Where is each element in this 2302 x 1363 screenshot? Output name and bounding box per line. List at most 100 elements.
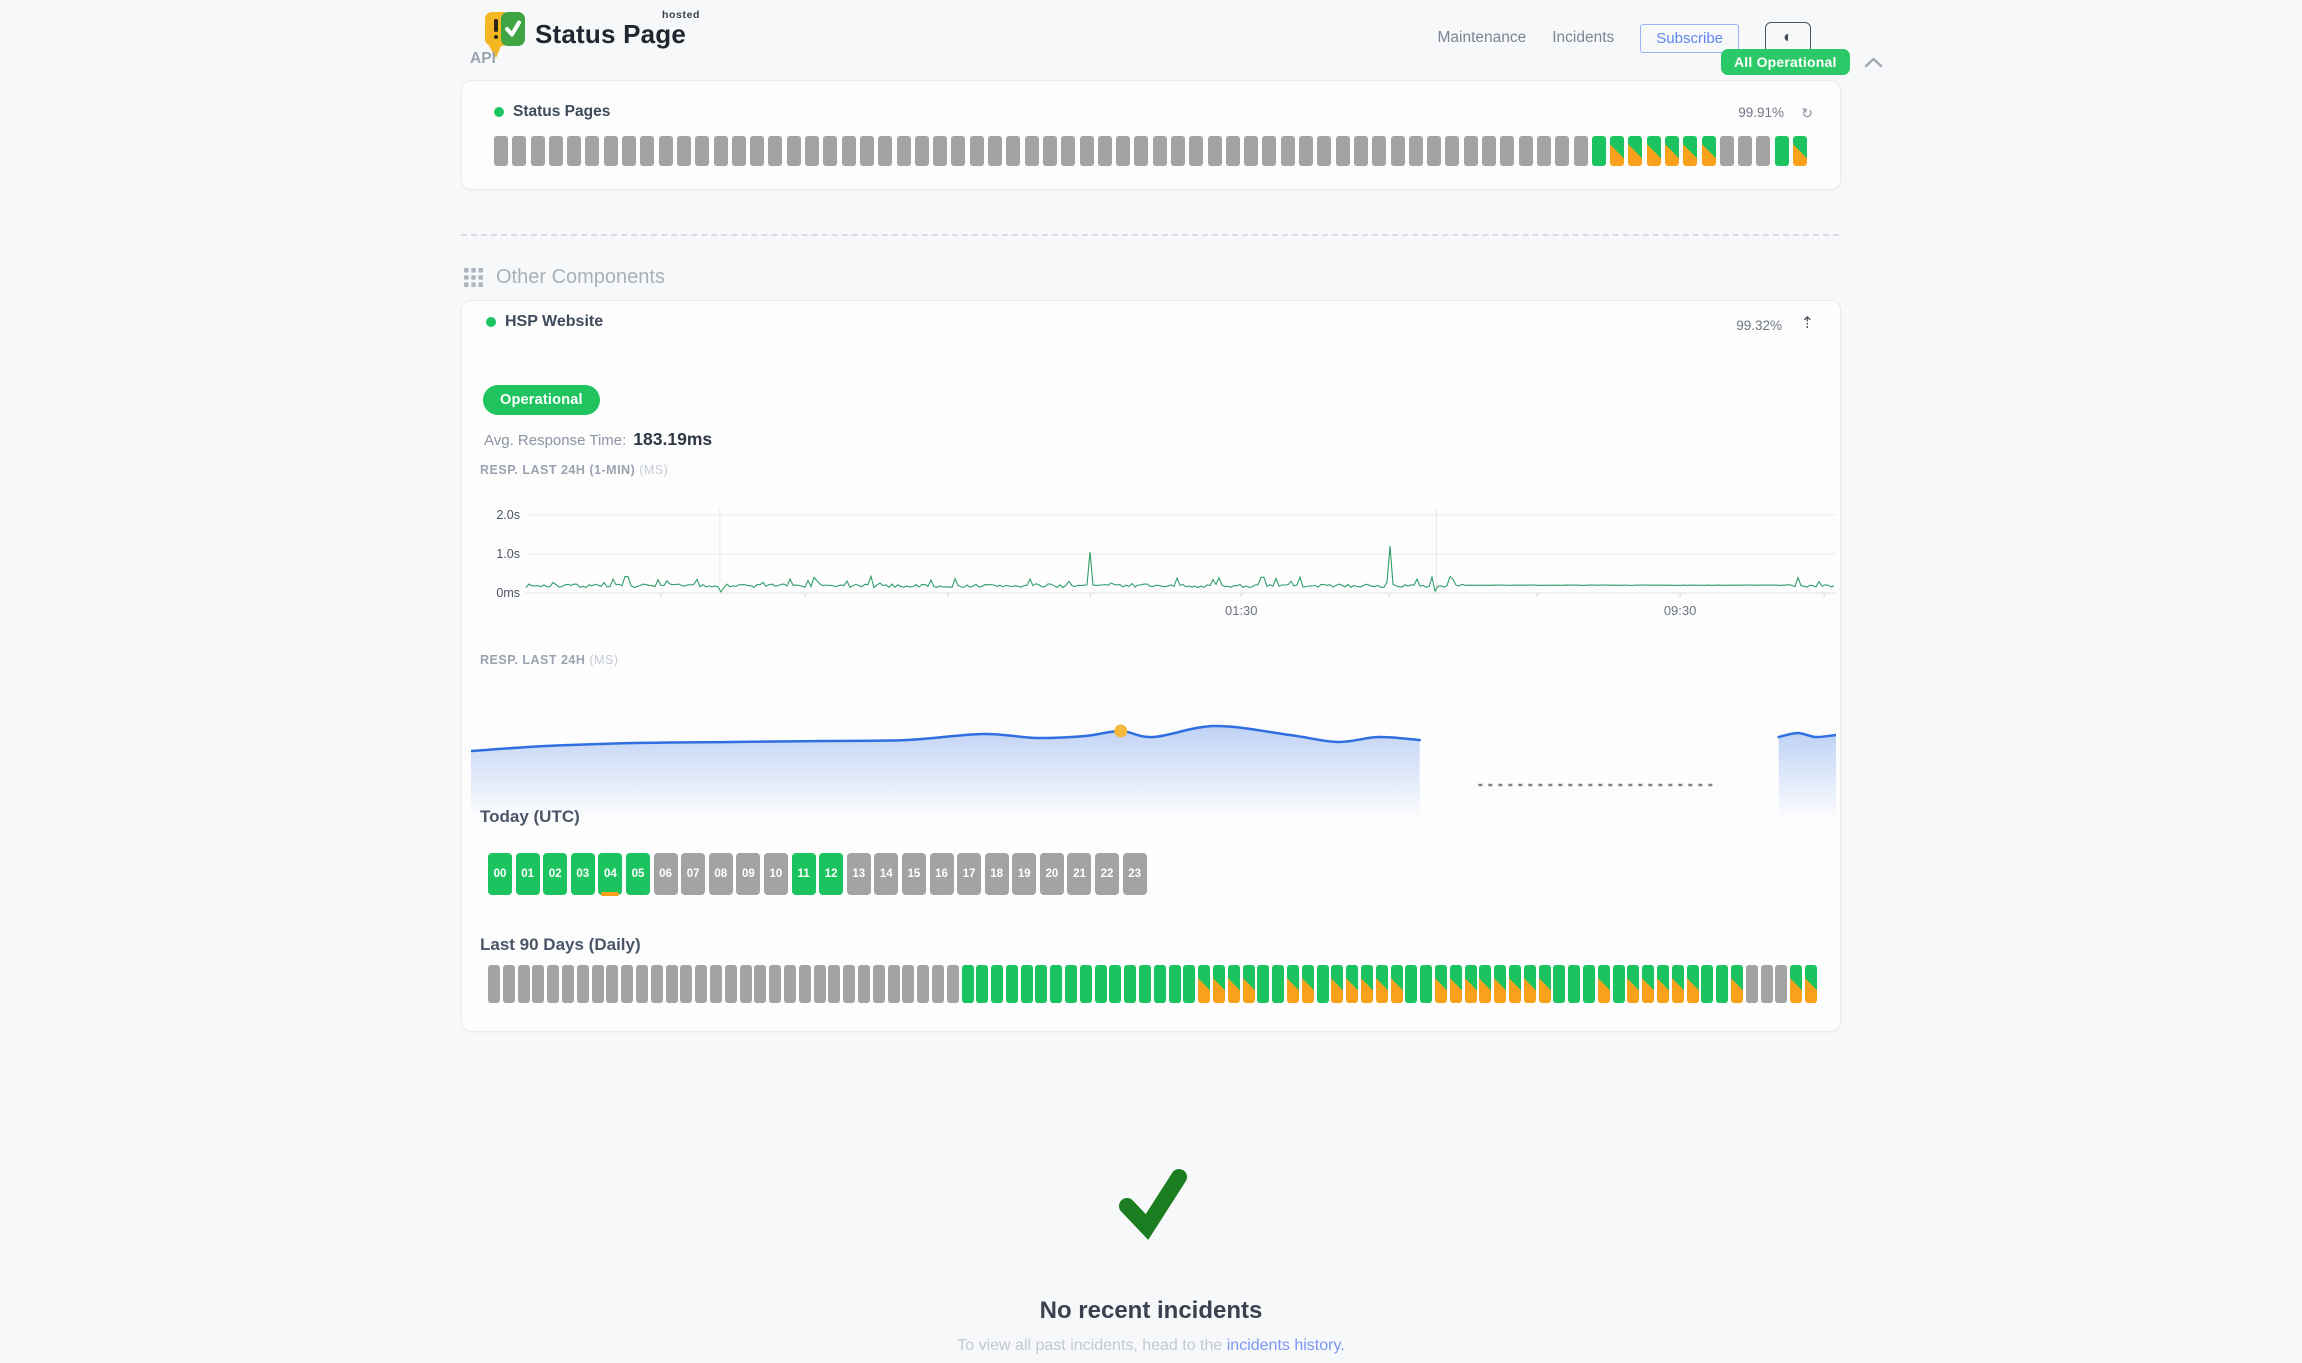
day-bar[interactable] xyxy=(636,965,648,1003)
day-bar[interactable] xyxy=(1731,965,1743,1003)
day-bar[interactable] xyxy=(1494,965,1506,1003)
day-bar[interactable] xyxy=(1598,965,1610,1003)
response-line-chart[interactable]: 2.0s1.0s0ms01:3009:30 xyxy=(486,501,1838,623)
refresh-icon[interactable]: ↻ xyxy=(1801,105,1813,122)
uptime-bar[interactable] xyxy=(1592,136,1606,166)
day-bar[interactable] xyxy=(991,965,1003,1003)
day-bar[interactable] xyxy=(1257,965,1269,1003)
uptime-bar[interactable] xyxy=(567,136,581,166)
uptime-bar[interactable] xyxy=(768,136,782,166)
uptime-bar[interactable] xyxy=(1372,136,1386,166)
day-bar[interactable] xyxy=(828,965,840,1003)
hour-box-16[interactable]: 16 xyxy=(930,853,954,895)
day-bar[interactable] xyxy=(1613,965,1625,1003)
hour-box-03[interactable]: 03 xyxy=(571,853,595,895)
uptime-bar[interactable] xyxy=(860,136,874,166)
uptime-bar[interactable] xyxy=(951,136,965,166)
incidents-history-link[interactable]: incidents history. xyxy=(1227,1337,1345,1354)
day-bar[interactable] xyxy=(562,965,574,1003)
uptime-bar[interactable] xyxy=(970,136,984,166)
day-bar[interactable] xyxy=(1317,965,1329,1003)
day-bar[interactable] xyxy=(532,965,544,1003)
day-bar[interactable] xyxy=(1183,965,1195,1003)
hour-box-13[interactable]: 13 xyxy=(847,853,871,895)
day-bar[interactable] xyxy=(577,965,589,1003)
day-bar[interactable] xyxy=(1035,965,1047,1003)
hour-box-01[interactable]: 01 xyxy=(516,853,540,895)
day-bar[interactable] xyxy=(1761,965,1773,1003)
response-area-chart[interactable] xyxy=(471,685,1836,835)
day-bar[interactable] xyxy=(1657,965,1669,1003)
uptime-bar[interactable] xyxy=(1574,136,1588,166)
day-bar[interactable] xyxy=(1465,965,1477,1003)
uptime-bar[interactable] xyxy=(1720,136,1734,166)
hour-box-20[interactable]: 20 xyxy=(1040,853,1064,895)
uptime-bar[interactable] xyxy=(1628,136,1642,166)
day-bar[interactable] xyxy=(1790,965,1802,1003)
day-bar[interactable] xyxy=(1583,965,1595,1003)
hour-box-06[interactable]: 06 xyxy=(654,853,678,895)
day-bar[interactable] xyxy=(754,965,766,1003)
uptime-bar[interactable] xyxy=(1061,136,1075,166)
day-bar[interactable] xyxy=(1524,965,1536,1003)
uptime-bar[interactable] xyxy=(1208,136,1222,166)
day-bar[interactable] xyxy=(799,965,811,1003)
uptime-bar[interactable] xyxy=(842,136,856,166)
day-bar[interactable] xyxy=(1095,965,1107,1003)
day-bar[interactable] xyxy=(1021,965,1033,1003)
uptime-bar[interactable] xyxy=(1775,136,1789,166)
uptime-bar[interactable] xyxy=(1171,136,1185,166)
day-bar[interactable] xyxy=(518,965,530,1003)
uptime-bar[interactable] xyxy=(1153,136,1167,166)
uptime-bar[interactable] xyxy=(1336,136,1350,166)
uptime-bar[interactable] xyxy=(1537,136,1551,166)
day-bar[interactable] xyxy=(902,965,914,1003)
day-bar[interactable] xyxy=(1331,965,1343,1003)
uptime-bar[interactable] xyxy=(1025,136,1039,166)
uptime-bar[interactable] xyxy=(494,136,508,166)
hour-box-22[interactable]: 22 xyxy=(1095,853,1119,895)
uptime-bar[interactable] xyxy=(1665,136,1679,166)
hour-box-21[interactable]: 21 xyxy=(1067,853,1091,895)
day-bar[interactable] xyxy=(740,965,752,1003)
uptime-bar[interactable] xyxy=(585,136,599,166)
day-bar[interactable] xyxy=(1420,965,1432,1003)
uptime-bar[interactable] xyxy=(1683,136,1697,166)
uptime-bar[interactable] xyxy=(549,136,563,166)
day-bar[interactable] xyxy=(666,965,678,1003)
uptime-bar[interactable] xyxy=(1281,136,1295,166)
day-bar[interactable] xyxy=(1228,965,1240,1003)
uptime-bar[interactable] xyxy=(1702,136,1716,166)
day-bar[interactable] xyxy=(1154,965,1166,1003)
day-bar[interactable] xyxy=(547,965,559,1003)
hour-box-17[interactable]: 17 xyxy=(957,853,981,895)
brand-logo[interactable]: Status Page hosted xyxy=(484,10,686,58)
day-bar[interactable] xyxy=(1568,965,1580,1003)
uptime-bar[interactable] xyxy=(604,136,618,166)
uptime-bar[interactable] xyxy=(933,136,947,166)
uptime-bar[interactable] xyxy=(677,136,691,166)
day-bar[interactable] xyxy=(1716,965,1728,1003)
day-bar[interactable] xyxy=(947,965,959,1003)
day-bar[interactable] xyxy=(1450,965,1462,1003)
day-bar[interactable] xyxy=(962,965,974,1003)
day-bar[interactable] xyxy=(1405,965,1417,1003)
nav-maintenance[interactable]: Maintenance xyxy=(1437,29,1526,47)
day-bar[interactable] xyxy=(725,965,737,1003)
uptime-bar[interactable] xyxy=(1317,136,1331,166)
hour-box-05[interactable]: 05 xyxy=(626,853,650,895)
uptime-bar[interactable] xyxy=(988,136,1002,166)
day-bar[interactable] xyxy=(1435,965,1447,1003)
day-bar[interactable] xyxy=(710,965,722,1003)
chevron-up-icon[interactable] xyxy=(1864,57,1883,68)
day-bar[interactable] xyxy=(503,965,515,1003)
day-bar[interactable] xyxy=(784,965,796,1003)
hour-box-15[interactable]: 15 xyxy=(902,853,926,895)
uptime-bar[interactable] xyxy=(750,136,764,166)
day-bar[interactable] xyxy=(1539,965,1551,1003)
uptime-bar[interactable] xyxy=(1189,136,1203,166)
uptime-bar[interactable] xyxy=(714,136,728,166)
day-bar[interactable] xyxy=(1287,965,1299,1003)
scroll-top-arrow-icon[interactable]: ⇡ xyxy=(1801,313,1814,333)
day-bar[interactable] xyxy=(888,965,900,1003)
